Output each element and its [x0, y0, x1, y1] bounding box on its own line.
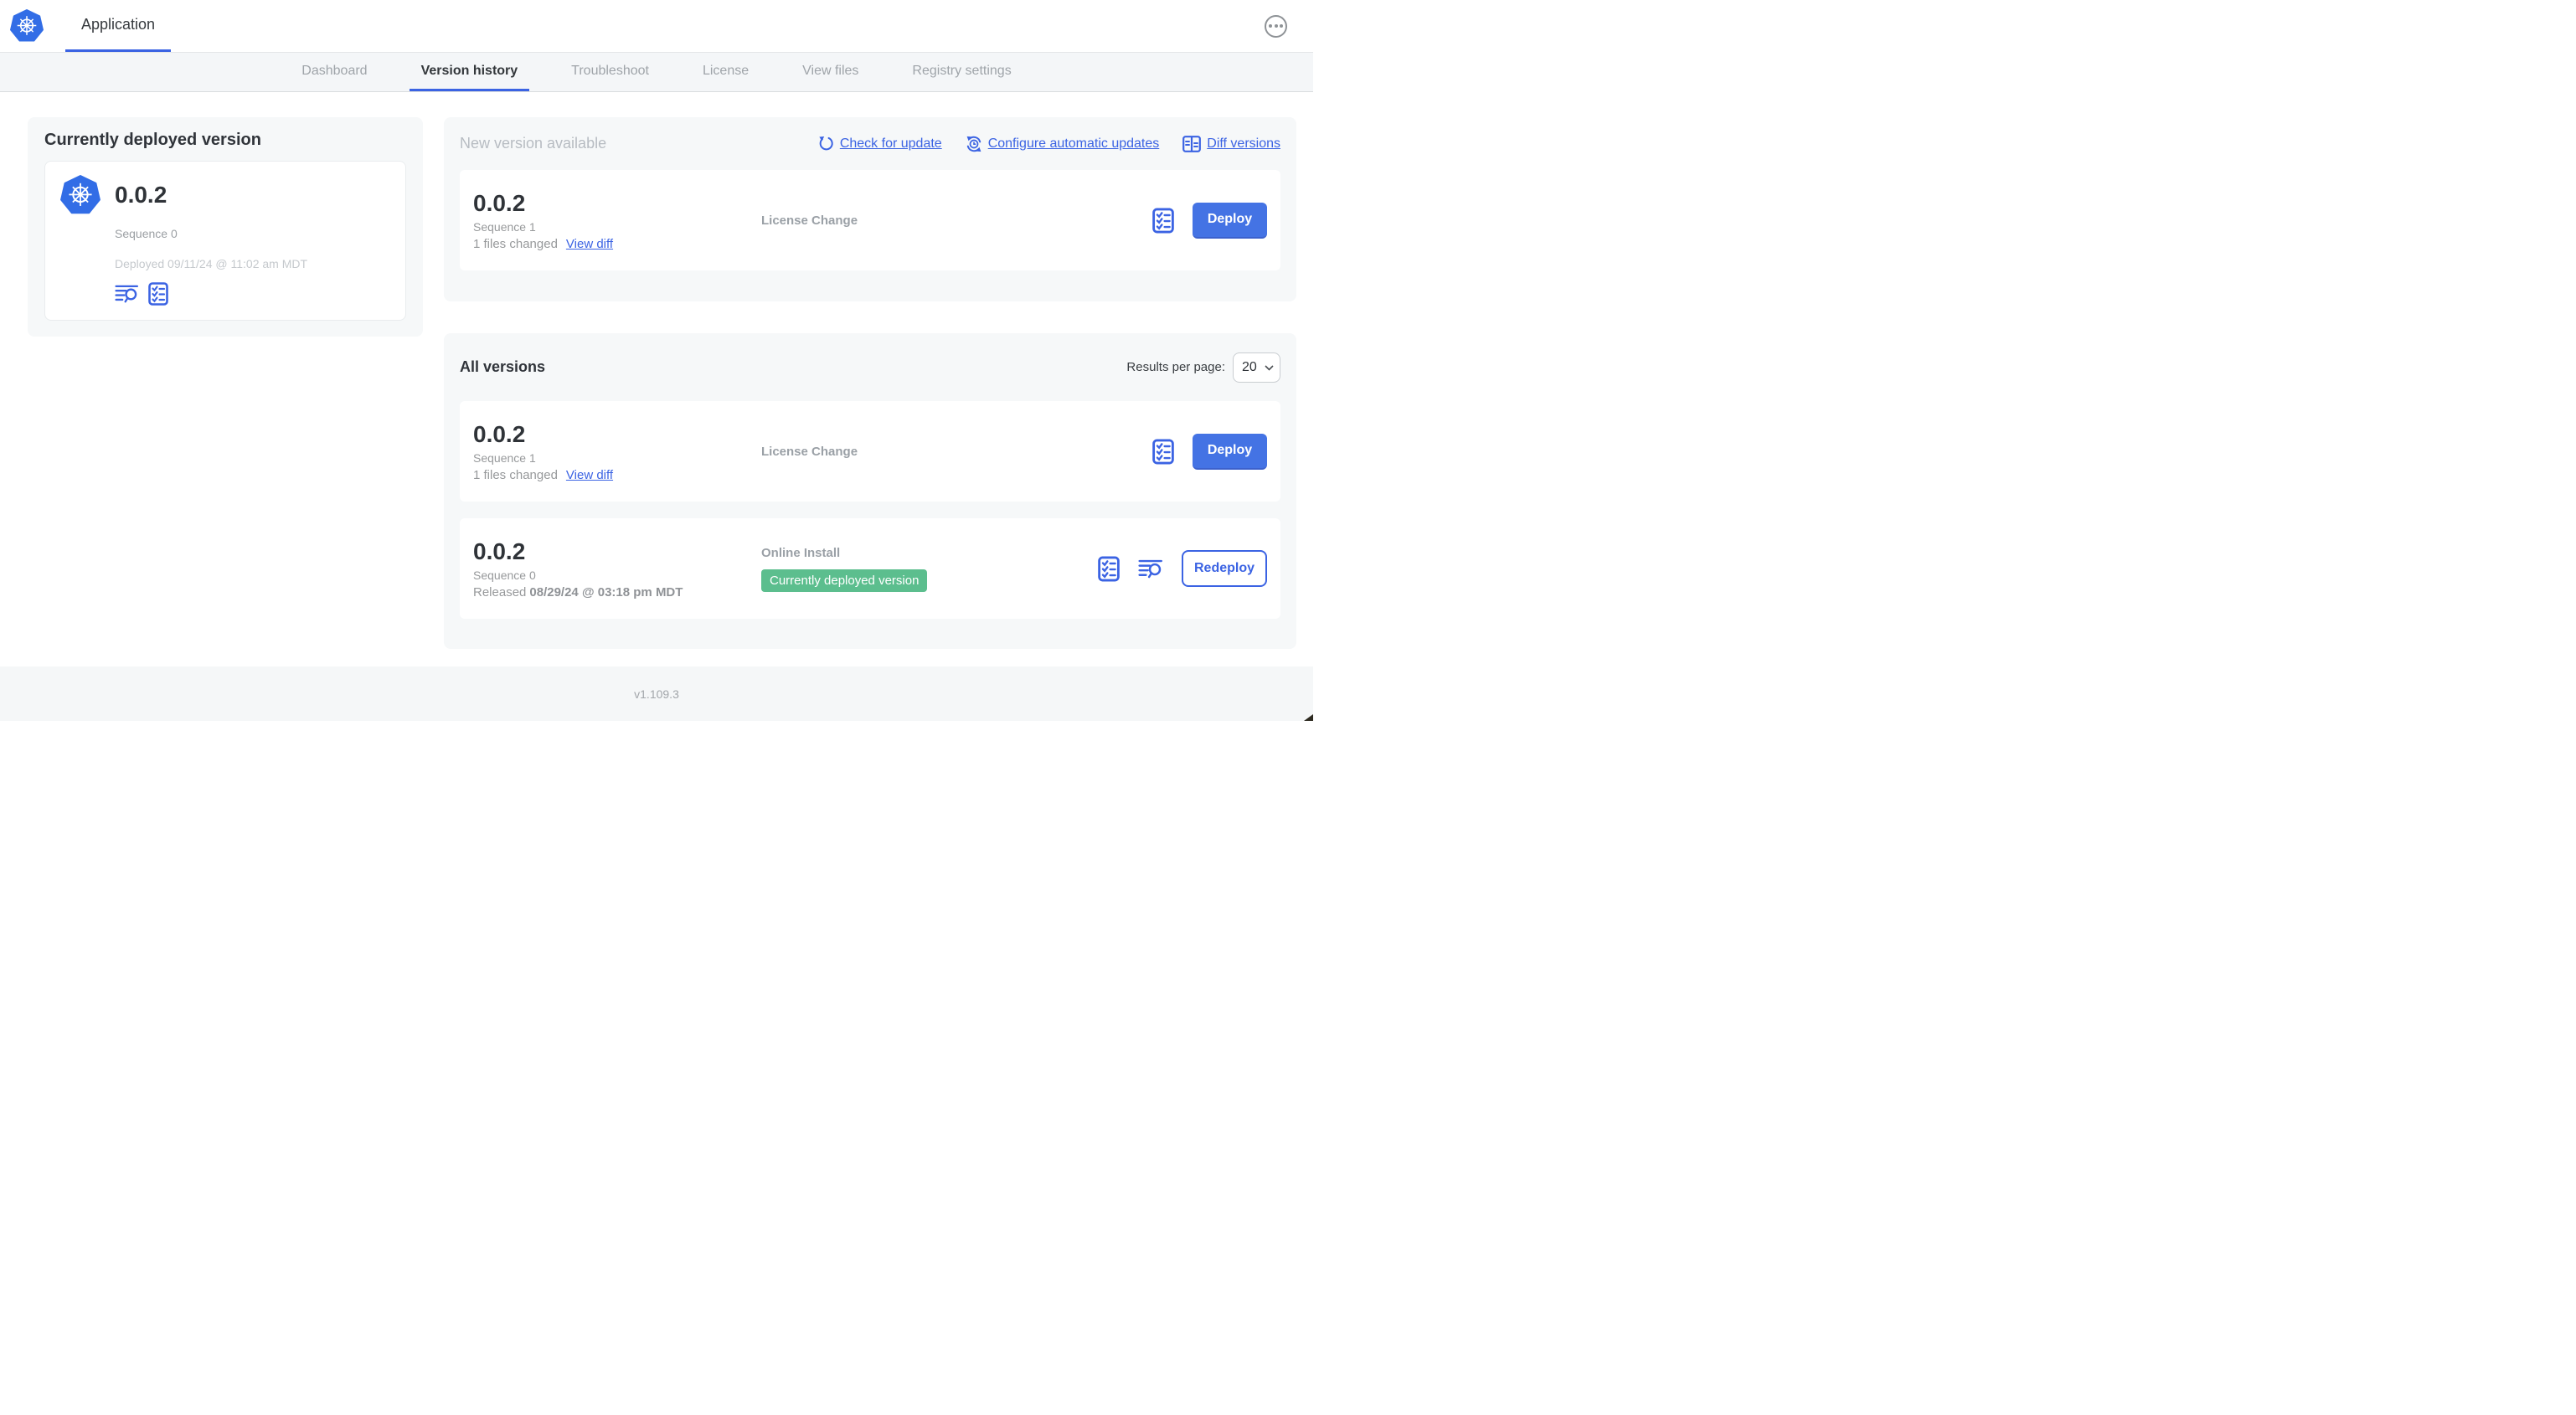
- preflight-checks-button[interactable]: [1152, 208, 1174, 234]
- deployed-version-number: 0.0.2: [115, 182, 167, 208]
- new-version-panel: New version available Check for update C…: [444, 117, 1296, 301]
- overflow-menu-button[interactable]: [1265, 14, 1287, 38]
- released-timestamp: 08/29/24 @ 03:18 pm MDT: [529, 584, 683, 599]
- tab-version-history[interactable]: Version history: [409, 53, 530, 91]
- kubernetes-logo-icon: [60, 175, 100, 214]
- new-version-card: 0.0.2 Sequence 1 1 files changed View di…: [460, 170, 1280, 270]
- preflight-checks-button[interactable]: [1152, 439, 1174, 465]
- refresh-icon: [819, 136, 833, 151]
- configure-automatic-updates-link[interactable]: Configure automatic updates: [966, 136, 1159, 152]
- files-changed: 1 files changed: [473, 467, 558, 482]
- currently-deployed-card: 0.0.2 Sequence 0 Deployed 09/11/24 @ 11:…: [44, 161, 406, 321]
- check-for-update-link[interactable]: Check for update: [818, 136, 942, 152]
- tab-view-files[interactable]: View files: [791, 53, 870, 91]
- version-sequence: Sequence 0: [473, 568, 536, 582]
- diff-icon: [1182, 135, 1202, 152]
- app-tab-application[interactable]: Application: [65, 0, 172, 52]
- checklist-icon: [1152, 439, 1174, 464]
- redeploy-button[interactable]: Redeploy: [1182, 550, 1267, 587]
- currently-deployed-title: Currently deployed version: [44, 131, 261, 149]
- preflight-checks-button[interactable]: [148, 282, 168, 306]
- checklist-icon: [1152, 208, 1174, 233]
- checklist-icon: [1098, 556, 1120, 581]
- version-sequence: Sequence 1: [473, 450, 536, 465]
- new-version-title: New version available: [460, 135, 607, 152]
- deploy-button[interactable]: Deploy: [1193, 202, 1267, 239]
- version-source: Online Install: [761, 545, 841, 560]
- version-row: 0.0.2 Sequence 1 1 files changed View di…: [460, 401, 1280, 502]
- kubernetes-logo-icon: [10, 9, 44, 42]
- view-diff-link[interactable]: View diff: [566, 237, 613, 251]
- deploy-button[interactable]: Deploy: [1193, 433, 1267, 470]
- tab-license[interactable]: License: [691, 53, 760, 91]
- version-source: License Change: [761, 213, 858, 228]
- released-label: Released: [473, 584, 527, 599]
- deployed-sequence: Sequence 0: [115, 227, 178, 240]
- all-versions-title: All versions: [460, 358, 546, 375]
- top-bar: Application: [0, 0, 1313, 53]
- ellipsis-icon: [1269, 24, 1272, 28]
- version-source: License Change: [761, 444, 858, 459]
- auto-update-clock-icon: [966, 136, 981, 152]
- footer: v1.109.3: [0, 666, 1313, 721]
- deployed-timestamp: Deployed 09/11/24 @ 11:02 am MDT: [115, 257, 308, 270]
- checklist-icon: [148, 282, 168, 306]
- console-version: v1.109.3: [634, 687, 679, 701]
- view-logs-button[interactable]: [115, 284, 139, 304]
- view-logs-button[interactable]: [1138, 558, 1163, 579]
- view-diff-link[interactable]: View diff: [566, 468, 613, 482]
- tab-dashboard[interactable]: Dashboard: [290, 53, 379, 91]
- version-row: 0.0.2 Sequence 0 Released 08/29/24 @ 03:…: [460, 518, 1280, 619]
- currently-deployed-panel: Currently deployed version 0.0.2 Sequenc…: [28, 117, 423, 337]
- preflight-checks-button[interactable]: [1098, 556, 1120, 582]
- main-content: Currently deployed version 0.0.2 Sequenc…: [0, 92, 1313, 666]
- diff-versions-link[interactable]: Diff versions: [1182, 135, 1280, 152]
- tab-registry-settings[interactable]: Registry settings: [900, 53, 1023, 91]
- currently-deployed-badge: Currently deployed version: [761, 569, 928, 592]
- app-nav-tabs: Dashboard Version history Troubleshoot L…: [0, 53, 1313, 92]
- results-per-page-select[interactable]: 20: [1233, 352, 1280, 383]
- cursor-artifact: [1304, 714, 1313, 721]
- logs-icon: [115, 285, 139, 303]
- app-tab-label: Application: [81, 16, 156, 33]
- version-number: 0.0.2: [473, 538, 526, 564]
- tab-troubleshoot[interactable]: Troubleshoot: [559, 53, 661, 91]
- logs-icon: [1138, 559, 1162, 578]
- app-logo: [10, 0, 44, 52]
- version-number: 0.0.2: [473, 189, 526, 216]
- results-per-page-label: Results per page:: [1126, 360, 1225, 374]
- version-sequence: Sequence 1: [473, 219, 536, 234]
- all-versions-panel: All versions Results per page: 20 0.0.2 …: [444, 333, 1296, 649]
- version-number: 0.0.2: [473, 420, 526, 447]
- files-changed: 1 files changed: [473, 236, 558, 251]
